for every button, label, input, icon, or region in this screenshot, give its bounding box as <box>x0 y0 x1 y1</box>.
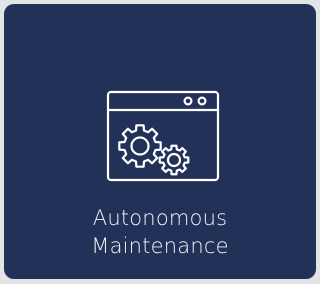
tile-label-line-2: Maintenance <box>91 234 229 258</box>
tile-label: Autonomous Maintenance <box>4 204 316 260</box>
browser-window-gears-icon <box>106 90 220 182</box>
large-gear-icon <box>118 124 162 168</box>
small-gear-icon <box>158 144 190 176</box>
autonomous-maintenance-tile[interactable]: Autonomous Maintenance <box>4 4 316 279</box>
tile-label-line-1: Autonomous <box>92 206 228 230</box>
